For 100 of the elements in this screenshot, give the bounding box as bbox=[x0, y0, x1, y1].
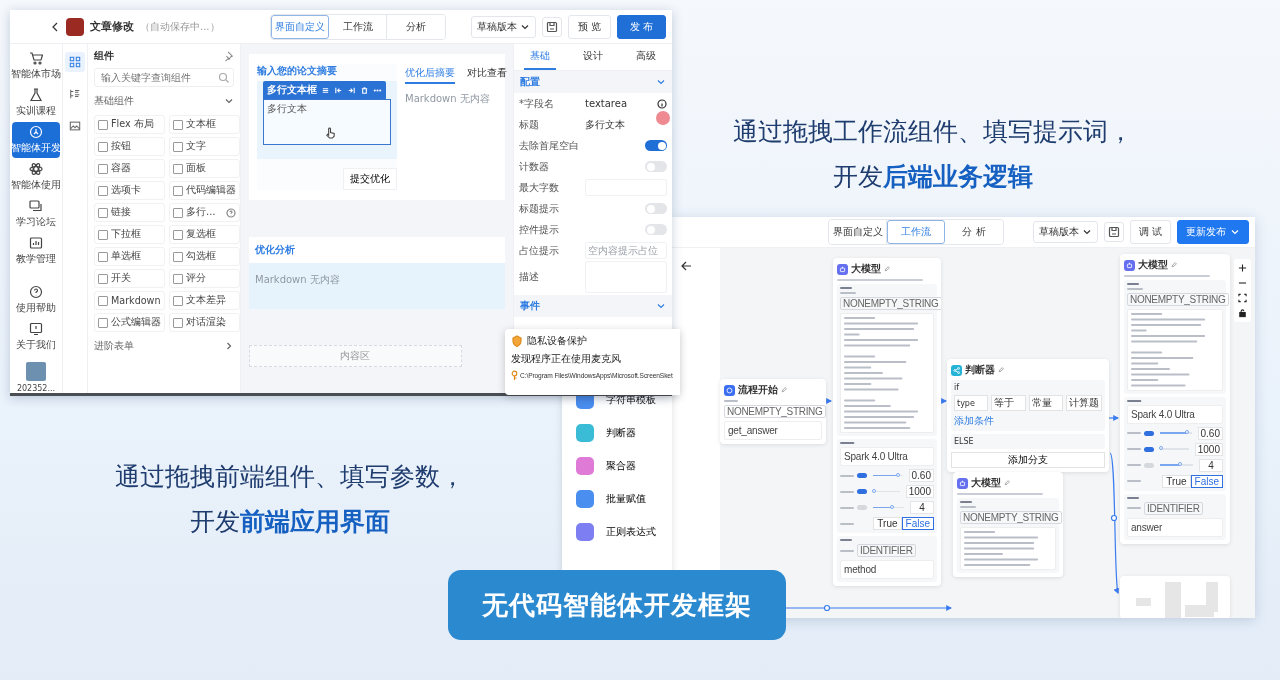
component-item[interactable]: Markdown bbox=[94, 291, 165, 310]
component-item[interactable]: 公式编辑器 bbox=[94, 313, 165, 332]
component-item[interactable]: 评分 bbox=[169, 269, 240, 288]
component-item[interactable]: 复选框 bbox=[169, 225, 240, 244]
nav-item[interactable]: 教学管理 bbox=[12, 233, 60, 269]
condition-field[interactable]: 等于 bbox=[991, 395, 1026, 411]
text-area[interactable]: 多行文本 bbox=[263, 99, 391, 145]
component-item[interactable]: 开关 bbox=[94, 269, 165, 288]
field-value[interactable]: textarea bbox=[585, 98, 653, 109]
nav-item[interactable]: 实训课程 bbox=[12, 85, 60, 121]
model-select[interactable]: Spark 4.0 Ultra bbox=[840, 447, 934, 466]
section-header[interactable]: 配置 bbox=[514, 71, 672, 93]
nav-item[interactable]: 智能体市场 bbox=[12, 48, 60, 84]
toggle-switch[interactable] bbox=[857, 505, 867, 510]
toggle-switch[interactable] bbox=[1144, 462, 1154, 468]
model-select[interactable]: Spark 4.0 Ultra bbox=[1127, 404, 1223, 424]
result-tab[interactable]: 优化后摘要 bbox=[405, 64, 455, 84]
properties-tab[interactable]: 高级 bbox=[629, 44, 662, 70]
version-select[interactable]: 草稿版本 bbox=[1032, 221, 1098, 243]
component-item[interactable]: 单选框 bbox=[94, 247, 165, 266]
headline-text: 通过拖拽前端组件、填写参数， bbox=[115, 461, 465, 493]
value-field[interactable]: 1000 bbox=[905, 485, 934, 498]
mode-tab[interactable]: 工作流 bbox=[887, 220, 945, 244]
node-type-label[interactable]: 批量赋值 bbox=[606, 492, 646, 506]
workflow-node[interactable]: 大模型 NONEMPTY_STRING Spark 4.0 Ultra 0.60 1000 4 True False IDENTIFIER method bbox=[833, 258, 941, 586]
value-field[interactable]: answer bbox=[1127, 517, 1223, 537]
component-item[interactable]: 面板 bbox=[169, 159, 240, 178]
workflow-node[interactable]: 流程开始 NONEMPTY_STRING get_answer bbox=[720, 379, 826, 444]
component-item[interactable]: 多行… bbox=[169, 203, 240, 222]
workflow-node[interactable]: 大模型 NONEMPTY_STRING Spark 4.0 Ultra 0.60 1000 4 True False IDENTIFIER answer bbox=[1120, 254, 1230, 544]
value-field[interactable]: 4 bbox=[1199, 458, 1223, 472]
nav-item[interactable]: 智能体使用 bbox=[12, 159, 60, 195]
submit-button[interactable]: 提交优化 bbox=[343, 168, 397, 190]
value-field[interactable]: 1000 bbox=[1194, 442, 1223, 456]
component-item[interactable]: 对话渲染 bbox=[169, 313, 240, 332]
boolean-option[interactable]: False bbox=[1190, 474, 1223, 488]
component-item[interactable]: 按钮 bbox=[94, 137, 165, 156]
publish-button[interactable]: 发 布 bbox=[616, 14, 666, 39]
boolean-option[interactable]: False bbox=[901, 517, 934, 530]
preview-button[interactable]: 预 览 bbox=[567, 14, 611, 39]
value-field[interactable]: 4 bbox=[910, 501, 934, 514]
version-select[interactable]: 草稿版本 bbox=[470, 15, 536, 38]
mode-tab[interactable]: 界面自定义 bbox=[271, 14, 329, 39]
toggle-switch[interactable] bbox=[857, 473, 867, 478]
group-header[interactable]: 进阶表单 bbox=[94, 337, 234, 355]
component-item[interactable]: Flex 布局 bbox=[94, 115, 165, 134]
toggle-switch[interactable] bbox=[645, 224, 667, 235]
toggle-switch[interactable] bbox=[645, 140, 667, 151]
nav-item[interactable]: 学习论坛 bbox=[12, 196, 60, 232]
nav-item[interactable]: 使用帮助 bbox=[12, 282, 60, 319]
component-item[interactable]: 文本框 bbox=[169, 115, 240, 134]
component-item[interactable]: 文字 bbox=[169, 137, 240, 156]
workflow-node[interactable]: 大模型 NONEMPTY_STRING bbox=[953, 472, 1063, 577]
mode-tab[interactable]: 界面自定义 bbox=[829, 220, 887, 244]
toggle-switch[interactable] bbox=[1144, 430, 1154, 436]
component-item[interactable]: 下拉框 bbox=[94, 225, 165, 244]
properties-tab[interactable]: 设计 bbox=[577, 44, 609, 70]
toggle-switch[interactable] bbox=[645, 161, 667, 172]
result-tab[interactable]: 对比查看 bbox=[467, 64, 507, 84]
condition-field[interactable]: 计算题 bbox=[1066, 395, 1102, 411]
component-item[interactable]: 代码编辑器 bbox=[169, 181, 240, 200]
group-header[interactable]: 基础组件 bbox=[94, 92, 234, 110]
condition-field[interactable]: type bbox=[954, 395, 989, 411]
save-button[interactable] bbox=[541, 16, 562, 37]
boolean-option[interactable]: True bbox=[1162, 474, 1191, 488]
toggle-switch[interactable] bbox=[645, 203, 667, 214]
component-item[interactable]: 选项卡 bbox=[94, 181, 165, 200]
component-item[interactable]: 链接 bbox=[94, 203, 165, 222]
value-field[interactable]: method bbox=[840, 560, 934, 579]
component-item[interactable]: 文本差异 bbox=[169, 291, 240, 310]
section-header[interactable]: 事件 bbox=[514, 295, 672, 317]
headline-text: 开发后端业务逻辑 bbox=[833, 161, 1033, 193]
component-item[interactable]: 容器 bbox=[94, 159, 165, 178]
panel-tab[interactable] bbox=[65, 52, 85, 72]
boolean-option[interactable]: True bbox=[873, 517, 902, 530]
nav-item[interactable]: 关于我们 bbox=[12, 319, 60, 356]
save-button[interactable] bbox=[1103, 222, 1124, 242]
condition-field[interactable]: 常量 bbox=[1028, 395, 1063, 411]
add-branch-button[interactable]: 添加分支 bbox=[951, 452, 1105, 468]
slider-thumb[interactable] bbox=[1184, 430, 1189, 435]
nav-item[interactable]: 智能体开发 bbox=[12, 122, 60, 158]
search-field[interactable]: 输入关键字查询组件 bbox=[94, 68, 234, 87]
node-type-label[interactable]: 正则表达式 bbox=[606, 525, 656, 539]
component-item[interactable]: 勾选框 bbox=[169, 247, 240, 266]
slider-thumb[interactable] bbox=[1159, 446, 1164, 451]
toggle-switch[interactable] bbox=[1144, 446, 1154, 452]
add-condition-link[interactable]: 添加条件 bbox=[954, 414, 994, 428]
field-value[interactable]: 多行文本 bbox=[585, 117, 667, 132]
slider-thumb[interactable] bbox=[896, 472, 901, 477]
node-type-label[interactable]: 聚合器 bbox=[606, 459, 636, 473]
toggle-switch[interactable] bbox=[857, 489, 867, 494]
value-field[interactable]: 0.60 bbox=[1197, 426, 1223, 440]
avatar-photo-placeholder[interactable] bbox=[26, 362, 46, 381]
node-type-label[interactable]: 判断器 bbox=[606, 426, 636, 440]
workflow-node[interactable]: 判断器 if type 等于 常量 计算题 添加条件 ELSE 添加分支 bbox=[947, 359, 1109, 472]
slider-thumb[interactable] bbox=[872, 488, 877, 493]
slider-thumb[interactable] bbox=[1177, 462, 1182, 467]
debug-button[interactable]: 调 试 bbox=[1129, 220, 1171, 244]
publish-button[interactable]: 更新发布 bbox=[1177, 220, 1249, 244]
value-field[interactable]: 0.60 bbox=[908, 469, 934, 482]
